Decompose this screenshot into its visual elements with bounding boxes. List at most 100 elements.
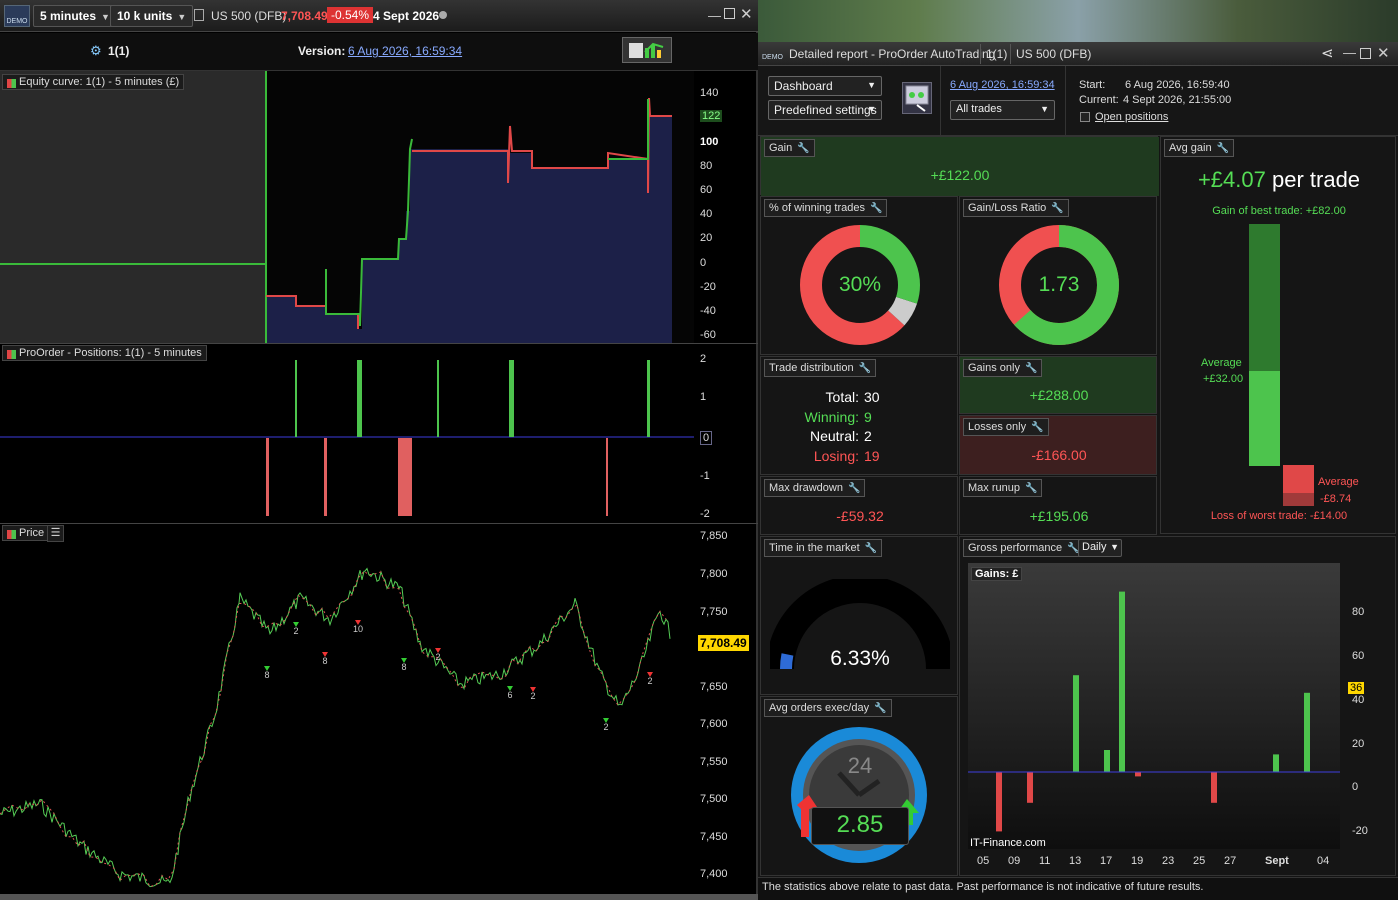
horizontal-scrollbar[interactable] (0, 894, 758, 900)
separator (980, 44, 981, 64)
gain-title[interactable]: Gain 🔧 (764, 139, 815, 157)
price-tick: 7,400 (700, 868, 728, 880)
report-date-link[interactable]: 6 Aug 2026, 16:59:34 (950, 79, 1055, 91)
orders-title[interactable]: Avg orders exec/day 🔧 (764, 699, 892, 717)
positions-label[interactable]: ProOrder - Positions: 1(1) - 5 minutes (2, 345, 207, 361)
drawdown-title[interactable]: Max drawdown 🔧 (764, 479, 866, 497)
trades-filter-dropdown[interactable]: All trades ▼ (950, 100, 1055, 120)
gears-icon[interactable]: ⚙ (90, 43, 102, 59)
wrench-icon[interactable]: 🔧 (859, 363, 871, 374)
price-tick: 7,750 (700, 606, 728, 618)
long-position-bar (295, 360, 297, 437)
long-position-bar (647, 360, 650, 437)
separator (1010, 44, 1011, 64)
drawdown-value: -£59.32 (836, 508, 884, 524)
gross-ytick: 20 (1352, 738, 1365, 750)
wrench-icon[interactable]: 🔧 (1025, 483, 1037, 494)
timeframe-dropdown[interactable]: 5 minutes ▼ (33, 5, 117, 27)
units-dropdown[interactable]: 10 k units ▼ (110, 5, 194, 27)
avg-win-bar (1249, 371, 1280, 466)
winning-value: 30% (838, 273, 882, 296)
wrench-icon[interactable]: 🔧 (865, 543, 877, 554)
gross-current-badge: 36 (1348, 682, 1365, 694)
separator (940, 66, 941, 136)
equity-tick: 80 (700, 160, 713, 172)
gains-only-value: +£288.00 (1029, 387, 1089, 403)
report-instrument: US 500 (DFB) (1016, 47, 1092, 61)
max-drawdown-card: Max drawdown 🔧 -£59.32 (760, 476, 958, 535)
wrench-icon[interactable]: 🔧 (870, 203, 882, 214)
time-market-value: 6.33% (830, 647, 890, 670)
minimize-icon[interactable]: — (1343, 45, 1356, 60)
strategy-bar: ⚙ 1(1) Version: 6 Aug 2026, 16:59:34 (0, 33, 758, 71)
dashboard-dropdown[interactable]: Dashboard ▼ (768, 76, 882, 96)
report-button[interactable] (622, 37, 672, 63)
period-dropdown[interactable]: Daily ▼ (1078, 539, 1122, 557)
total-value: 30 (864, 389, 880, 405)
runup-title-text: Max runup (968, 482, 1020, 494)
distribution-values: 30 9 2 19 (864, 388, 880, 466)
gross-ytick: 60 (1352, 650, 1365, 662)
minimize-icon[interactable]: — (708, 8, 721, 23)
current-label: Current: (1079, 94, 1119, 106)
long-position-bar (357, 360, 362, 437)
close-icon[interactable]: ✕ (1377, 44, 1390, 62)
list-icon[interactable]: ☰ (47, 525, 64, 542)
time-market-title[interactable]: Time in the market 🔧 (764, 539, 883, 557)
wrench-icon[interactable]: 🔧 (848, 483, 860, 494)
predefined-settings-dropdown[interactable]: Predefined settings ▼ (768, 100, 882, 120)
equity-label[interactable]: Equity curve: 1(1) - 5 minutes (£) (2, 74, 185, 90)
price-label[interactable]: Price (2, 525, 50, 541)
trade-markers: 8 8 2 10 8 2 6 2 2 2 (264, 620, 653, 732)
disclaimer: The statistics above relate to past data… (758, 877, 1398, 900)
predefined-label: Predefined settings (774, 103, 877, 117)
gross-x-axis: 05 09 11 13 17 19 23 25 27 Sept 04 (960, 855, 1397, 871)
gross-xtick: 17 (1100, 855, 1113, 867)
chevron-down-icon: ▼ (867, 104, 876, 114)
trades-filter-label: All trades (956, 103, 1002, 115)
share-icon[interactable]: ⋖ (1321, 44, 1334, 62)
chevron-down-icon: ▼ (867, 80, 876, 90)
short-position-bar (398, 438, 412, 516)
wrench-icon[interactable]: 🔧 (1031, 422, 1043, 433)
report-controls: Dashboard ▼ Predefined settings ▼ 6 Aug 20… (758, 66, 1398, 136)
runup-title[interactable]: Max runup 🔧 (963, 479, 1043, 497)
strategy-code-icon[interactable] (902, 82, 932, 114)
wrench-icon[interactable]: 🔧 (874, 703, 886, 714)
short-position-bar (266, 438, 269, 516)
version-date-link[interactable]: 6 Aug 2026, 16:59:34 (348, 44, 462, 58)
report-strategy: 1(1) (986, 47, 1008, 61)
gross-bar-chart (968, 563, 1340, 849)
distribution-title[interactable]: Trade distribution 🔧 (764, 359, 877, 377)
neutral-value: 2 (864, 428, 872, 444)
instrument-name[interactable]: US 500 (DFB) (211, 9, 286, 23)
equity-curve-chart (0, 71, 672, 343)
current-value: 4 Sept 2026, 21:55:00 (1123, 94, 1232, 106)
worst-loss-bar (1283, 493, 1314, 506)
open-positions-checkbox[interactable] (1080, 112, 1090, 122)
wrench-icon[interactable]: 🔧 (1051, 203, 1063, 214)
instrument-info-icon[interactable] (194, 9, 204, 21)
close-icon[interactable]: ✕ (740, 5, 753, 23)
gross-title[interactable]: Gross performance 🔧 (963, 539, 1085, 557)
maximize-icon[interactable] (724, 8, 735, 19)
avg-win-label: Average (1201, 357, 1242, 369)
open-positions-label[interactable]: Open positions (1095, 111, 1168, 123)
series-color-icon (7, 79, 16, 88)
equity-tick: -60 (700, 329, 716, 341)
gains-only-title[interactable]: Gains only 🔧 (963, 359, 1043, 377)
strategy-name[interactable]: 1(1) (108, 44, 129, 58)
maximize-icon[interactable] (1360, 48, 1371, 59)
losses-only-title[interactable]: Losses only 🔧 (963, 418, 1049, 436)
wrench-icon[interactable]: 🔧 (797, 143, 809, 154)
equity-tick: -40 (700, 305, 716, 317)
avg-gain-title[interactable]: Avg gain 🔧 (1164, 139, 1235, 157)
orders-value: 2.85 (836, 811, 884, 838)
gl-ratio-title[interactable]: Gain/Loss Ratio 🔧 (963, 199, 1069, 217)
price-panel: 8 8 2 10 8 2 6 2 2 2 Price ☰ (0, 524, 694, 894)
wrench-icon[interactable]: 🔧 (1217, 143, 1229, 154)
gross-bar (1135, 772, 1141, 777)
positions-tick: -2 (700, 508, 710, 520)
wrench-icon[interactable]: 🔧 (1025, 363, 1037, 374)
winning-title[interactable]: % of winning trades 🔧 (764, 199, 888, 217)
